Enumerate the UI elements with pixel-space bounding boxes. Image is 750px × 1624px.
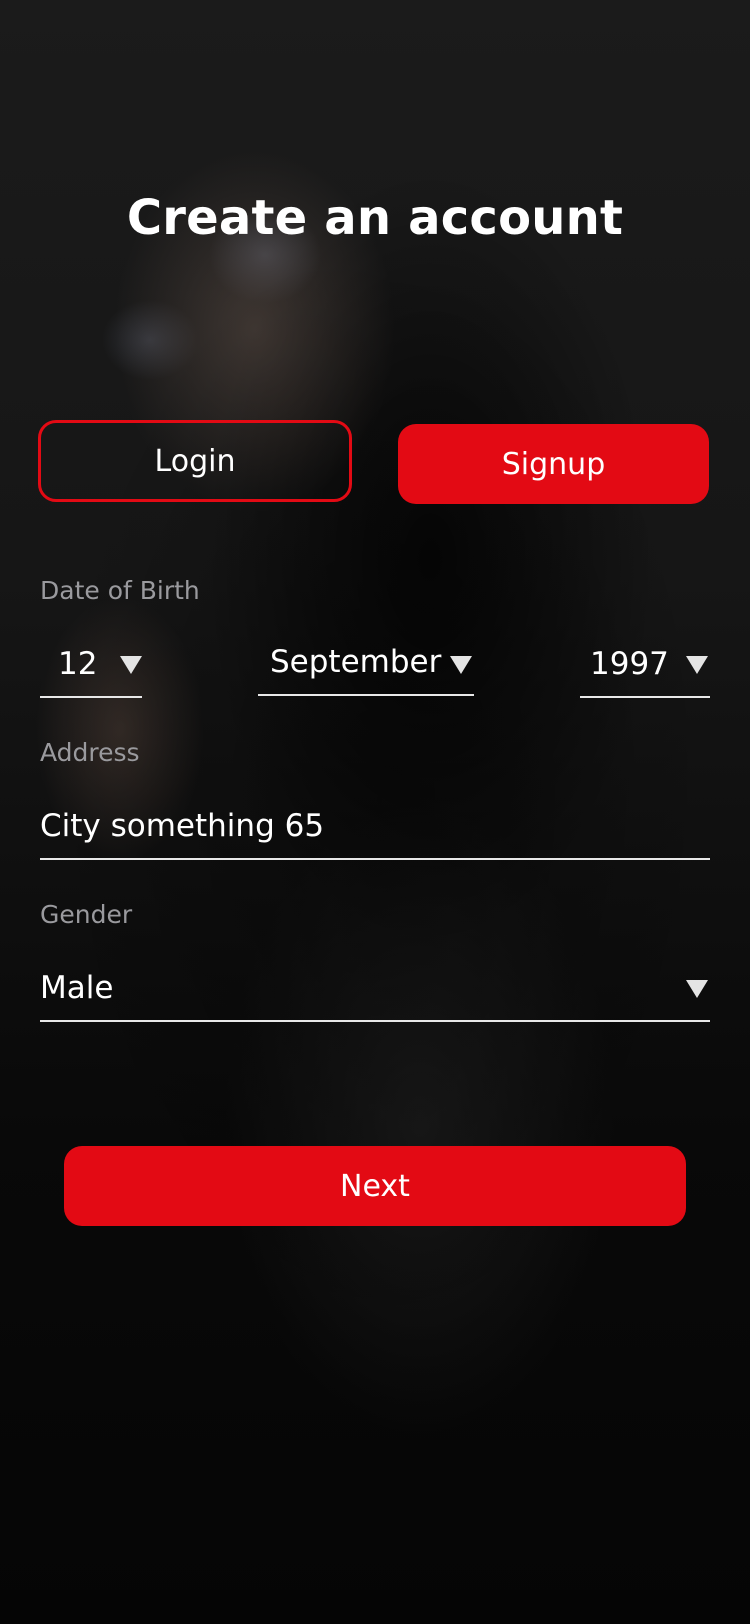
dob-year-value: 1997 (590, 646, 669, 682)
dob-month-select[interactable]: September (258, 630, 474, 696)
dob-day-select[interactable]: 12 (40, 632, 142, 698)
caret-down-icon (120, 656, 142, 674)
dob-month-value: September (270, 644, 442, 680)
address-input[interactable]: City something 65 (40, 794, 710, 860)
gender-value: Male (40, 970, 114, 1006)
dob-label: Date of Birth (40, 576, 200, 605)
page-title: Create an account (126, 190, 624, 246)
dob-year-select[interactable]: 1997 (580, 632, 710, 698)
next-button[interactable]: Next (64, 1146, 686, 1226)
dob-day-value: 12 (58, 646, 98, 682)
login-button[interactable]: Login (38, 420, 352, 502)
signup-screen: Create an account Login Signup Date of B… (0, 0, 750, 1624)
signup-button[interactable]: Signup (398, 424, 709, 504)
caret-down-icon (686, 656, 708, 674)
gender-select[interactable]: Male (40, 956, 710, 1022)
gender-label: Gender (40, 900, 133, 929)
caret-down-icon (450, 656, 472, 674)
address-label: Address (40, 738, 140, 767)
caret-down-icon (686, 980, 708, 998)
